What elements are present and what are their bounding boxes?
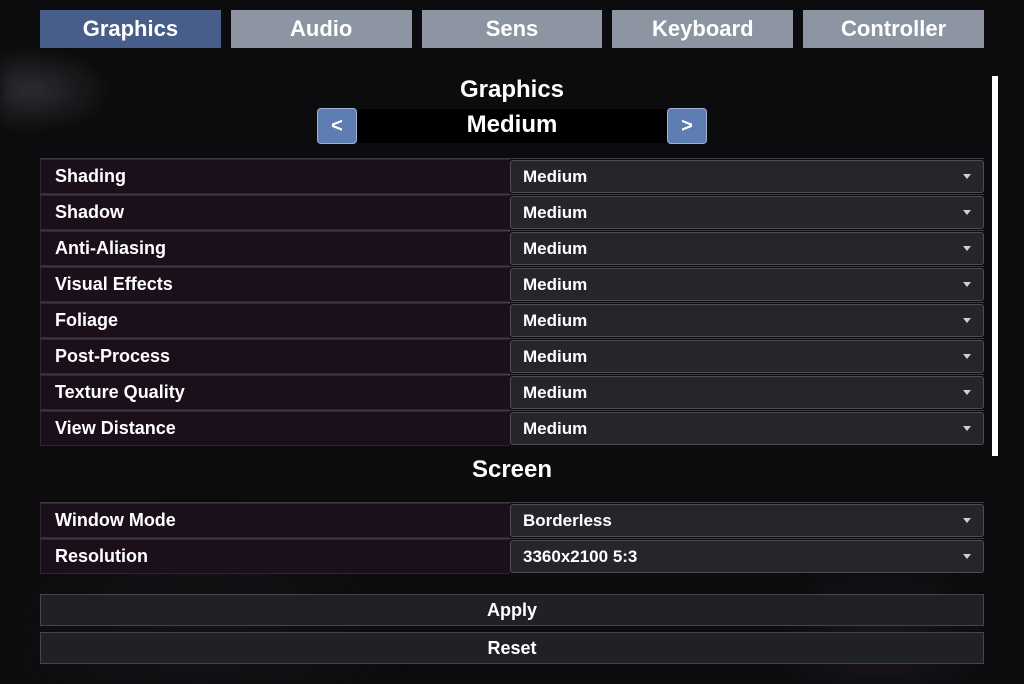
chevron-down-icon [963, 318, 971, 323]
graphics-setting-row: Foliage Medium [40, 302, 984, 338]
scrollbar[interactable] [992, 76, 998, 456]
graphics-setting-label: Shading [40, 159, 510, 194]
settings-tabs: Graphics Audio Sens Keyboard Controller [0, 0, 1024, 48]
screen-settings-list: Window Mode Borderless Resolution 3360x2100… [40, 502, 984, 574]
chevron-down-icon [963, 354, 971, 359]
graphics-setting-select-value: Medium [523, 239, 587, 259]
graphics-setting-select-value: Medium [523, 383, 587, 403]
graphics-setting-row: Texture Quality Medium [40, 374, 984, 410]
graphics-setting-row: Post-Process Medium [40, 338, 984, 374]
graphics-setting-select-value: Medium [523, 419, 587, 439]
graphics-setting-label: Visual Effects [40, 267, 510, 302]
chevron-down-icon [963, 518, 971, 523]
graphics-setting-select[interactable]: Medium [510, 232, 984, 265]
graphics-setting-select[interactable]: Medium [510, 304, 984, 337]
screen-setting-row: Window Mode Borderless [40, 502, 984, 538]
graphics-setting-row: Visual Effects Medium [40, 266, 984, 302]
graphics-setting-select[interactable]: Medium [510, 196, 984, 229]
screen-setting-select-value: Borderless [523, 511, 612, 531]
graphics-setting-label: Foliage [40, 303, 510, 338]
screen-setting-select[interactable]: 3360x2100 5:3 [510, 540, 984, 573]
tab-sens[interactable]: Sens [422, 10, 603, 48]
graphics-setting-select-value: Medium [523, 347, 587, 367]
graphics-setting-row: Anti-Aliasing Medium [40, 230, 984, 266]
tab-audio[interactable]: Audio [231, 10, 412, 48]
graphics-setting-select-value: Medium [523, 275, 587, 295]
graphics-preset-selector: < Medium > [40, 108, 984, 144]
tab-keyboard[interactable]: Keyboard [612, 10, 793, 48]
graphics-setting-select-value: Medium [523, 203, 587, 223]
screen-setting-label: Resolution [40, 539, 510, 574]
graphics-setting-row: Shading Medium [40, 158, 984, 194]
graphics-setting-label: Post-Process [40, 339, 510, 374]
graphics-setting-label: Texture Quality [40, 375, 510, 410]
chevron-down-icon [963, 554, 971, 559]
graphics-setting-select[interactable]: Medium [510, 268, 984, 301]
apply-button[interactable]: Apply [40, 594, 984, 626]
graphics-setting-select[interactable]: Medium [510, 340, 984, 373]
graphics-setting-select[interactable]: Medium [510, 376, 984, 409]
chevron-down-icon [963, 210, 971, 215]
graphics-setting-select-value: Medium [523, 311, 587, 331]
preset-next-button[interactable]: > [667, 108, 707, 144]
graphics-setting-label: View Distance [40, 411, 510, 446]
graphics-setting-select[interactable]: Medium [510, 160, 984, 193]
screen-section-title: Screen [40, 456, 984, 484]
tab-controller[interactable]: Controller [803, 10, 984, 48]
graphics-setting-label: Shadow [40, 195, 510, 230]
graphics-setting-select[interactable]: Medium [510, 412, 984, 445]
chevron-down-icon [963, 174, 971, 179]
screen-setting-select[interactable]: Borderless [510, 504, 984, 537]
chevron-down-icon [963, 426, 971, 431]
graphics-section-title: Graphics [40, 76, 984, 104]
graphics-setting-row: Shadow Medium [40, 194, 984, 230]
screen-setting-select-value: 3360x2100 5:3 [523, 547, 637, 567]
graphics-settings-list: Shading Medium Shadow Medium Anti-Aliasing Me… [40, 158, 984, 446]
chevron-down-icon [963, 390, 971, 395]
graphics-setting-row: View Distance Medium [40, 410, 984, 446]
preset-prev-button[interactable]: < [317, 108, 357, 144]
chevron-down-icon [963, 246, 971, 251]
graphics-setting-select-value: Medium [523, 167, 587, 187]
chevron-down-icon [963, 282, 971, 287]
screen-setting-row: Resolution 3360x2100 5:3 [40, 538, 984, 574]
screen-setting-label: Window Mode [40, 503, 510, 538]
reset-button[interactable]: Reset [40, 632, 984, 664]
graphics-setting-label: Anti-Aliasing [40, 231, 510, 266]
preset-value: Medium [357, 109, 667, 143]
tab-graphics[interactable]: Graphics [40, 10, 221, 48]
